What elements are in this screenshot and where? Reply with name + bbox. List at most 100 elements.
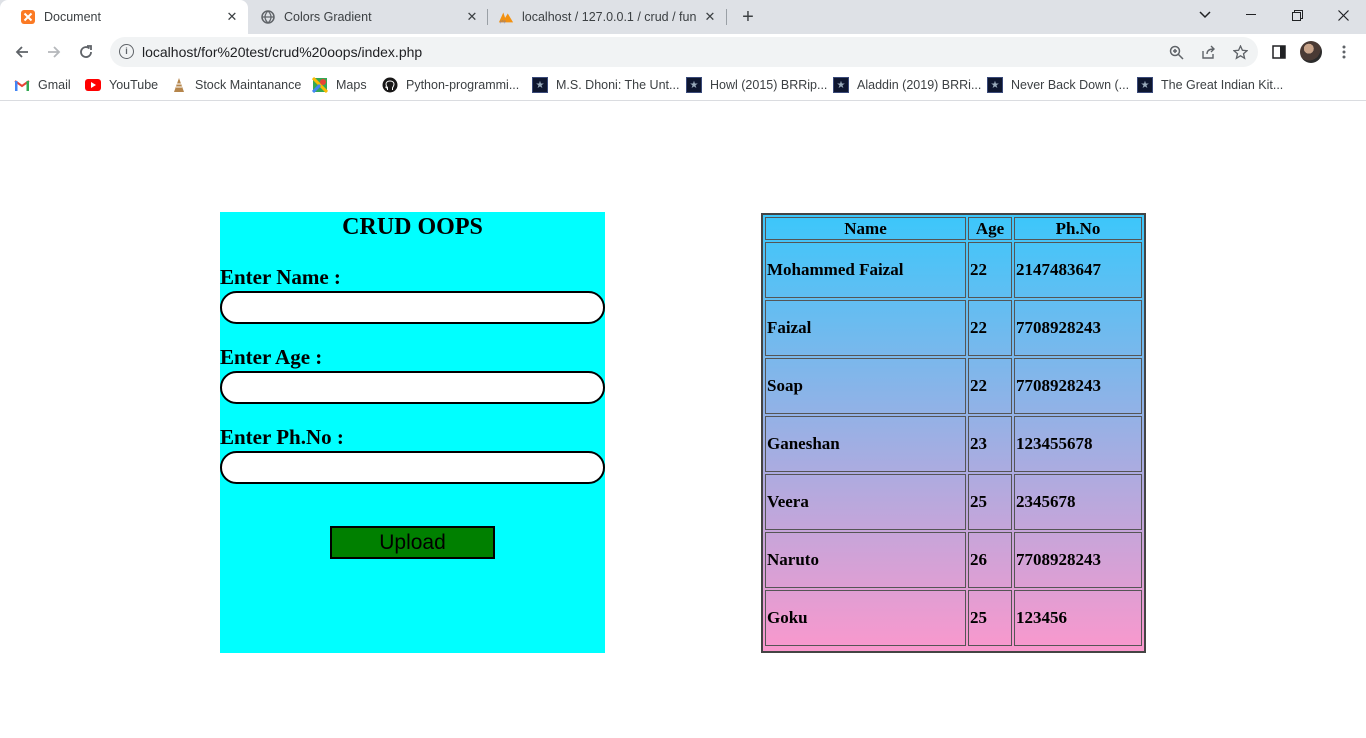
close-tab-icon[interactable]: ✕ [700, 7, 720, 27]
cell-phone: 2345678 [1014, 474, 1142, 530]
cell-phone: 2147483647 [1014, 242, 1142, 298]
table-row: Faizal 22 7708928243 [765, 300, 1142, 356]
bookmark-label: M.S. Dhoni: The Unt... [556, 78, 680, 92]
tab-search-button[interactable] [1182, 0, 1228, 30]
bookmark-howl[interactable]: ★ Howl (2015) BRRip... [686, 71, 827, 99]
bookmark-youtube[interactable]: YouTube [85, 71, 158, 99]
bookmark-label: Python-programmi... [406, 78, 520, 92]
bookmark-stock-maintanance[interactable]: Stock Maintanance [171, 71, 301, 99]
table-row: Goku 25 123456 [765, 590, 1142, 646]
menu-kebab-icon[interactable] [1334, 42, 1354, 62]
tab-phpmyadmin[interactable]: php localhost / 127.0.0.1 / crud / fun ✕ [488, 0, 726, 34]
cell-age: 25 [968, 474, 1012, 530]
restore-button[interactable] [1274, 0, 1320, 30]
stock-icon [171, 77, 187, 93]
bookmarks-bar: Gmail YouTube Stock Maintanance Maps Pyt… [0, 71, 1366, 101]
tab-colors-gradient[interactable]: Colors Gradient ✕ [248, 0, 488, 34]
tab-separator [726, 9, 727, 25]
cell-phone: 123455678 [1014, 416, 1142, 472]
bookmark-label: The Great Indian Kit... [1161, 78, 1284, 92]
phone-label: Enter Ph.No : [220, 425, 344, 449]
tab-title: Document [44, 10, 101, 24]
tab-bar: Document ✕ Colors Gradient ✕ php localho… [0, 0, 1366, 34]
share-icon[interactable] [1198, 42, 1218, 62]
cell-age: 25 [968, 590, 1012, 646]
bookmark-label: Aladdin (2019) BRRi... [857, 78, 982, 92]
bookmark-label: YouTube [109, 78, 159, 92]
tab-title: localhost / 127.0.0.1 / crud / fun [522, 10, 697, 24]
bookmark-maps[interactable]: Maps [312, 71, 367, 99]
cell-phone: 123456 [1014, 590, 1142, 646]
cell-name: Soap [765, 358, 966, 414]
bookmark-great-indian-kitchen[interactable]: ★ The Great Indian Kit... [1137, 71, 1283, 99]
forward-button[interactable] [40, 38, 68, 66]
cell-name: Faizal [765, 300, 966, 356]
globe-icon [260, 9, 276, 25]
cell-phone: 7708928243 [1014, 532, 1142, 588]
close-tab-icon[interactable]: ✕ [222, 7, 242, 27]
bookmark-python-programming[interactable]: Python-programmi... [382, 71, 519, 99]
reload-button[interactable] [72, 38, 100, 66]
cell-age: 23 [968, 416, 1012, 472]
cell-phone: 7708928243 [1014, 300, 1142, 356]
name-input[interactable] [220, 291, 605, 324]
address-bar[interactable]: i localhost/for%20test/crud%20oops/index… [110, 37, 1258, 67]
profile-avatar[interactable] [1300, 41, 1322, 63]
maps-icon [312, 77, 328, 93]
table-row: Naruto 26 7708928243 [765, 532, 1142, 588]
back-button[interactable] [8, 38, 36, 66]
bookmark-label: Gmail [38, 78, 71, 92]
upload-button[interactable]: Upload [330, 526, 495, 559]
phone-input[interactable] [220, 451, 605, 484]
cell-name: Mohammed Faizal [765, 242, 966, 298]
table-row: Veera 25 2345678 [765, 474, 1142, 530]
cell-age: 22 [968, 300, 1012, 356]
cell-age: 26 [968, 532, 1012, 588]
table-header-row: Name Age Ph.No [765, 217, 1142, 240]
age-input[interactable] [220, 371, 605, 404]
bookmark-star-icon[interactable] [1230, 42, 1250, 62]
cell-name: Veera [765, 474, 966, 530]
cell-name: Naruto [765, 532, 966, 588]
movie-icon: ★ [833, 77, 849, 93]
browser-toolbar: i localhost/for%20test/crud%20oops/index… [0, 34, 1366, 71]
cell-name: Goku [765, 590, 966, 646]
records-table-container: Name Age Ph.No Mohammed Faizal 22 214748… [761, 213, 1146, 653]
site-info-icon[interactable]: i [119, 44, 134, 59]
age-column-header: Age [968, 217, 1012, 240]
table-row: Mohammed Faizal 22 2147483647 [765, 242, 1142, 298]
minimize-button[interactable] [1228, 0, 1274, 30]
close-tab-icon[interactable]: ✕ [462, 7, 482, 27]
close-window-button[interactable] [1320, 0, 1366, 30]
svg-text:php: php [500, 19, 506, 23]
zoom-icon[interactable] [1166, 42, 1186, 62]
bookmark-aladdin[interactable]: ★ Aladdin (2019) BRRi... [833, 71, 981, 99]
bookmark-label: Never Back Down (... [1011, 78, 1130, 92]
phone-column-header: Ph.No [1014, 217, 1142, 240]
cell-age: 22 [968, 242, 1012, 298]
movie-icon: ★ [1137, 77, 1153, 93]
name-column-header: Name [765, 217, 966, 240]
form-title: CRUD OOPS [342, 214, 483, 240]
bookmark-never-back-down[interactable]: ★ Never Back Down (... [987, 71, 1129, 99]
name-label: Enter Name : [220, 265, 341, 289]
phpmyadmin-icon: php [498, 9, 514, 25]
side-panel-icon[interactable] [1269, 42, 1289, 62]
xampp-icon [20, 9, 36, 25]
cell-age: 22 [968, 358, 1012, 414]
table-row: Ganeshan 23 123455678 [765, 416, 1142, 472]
tab-document[interactable]: Document ✕ [0, 0, 248, 34]
tab-title: Colors Gradient [284, 10, 372, 24]
bookmark-label: Maps [336, 78, 367, 92]
crud-form-panel: CRUD OOPS Enter Name : Enter Age : Enter… [220, 212, 605, 653]
cell-name: Ganeshan [765, 416, 966, 472]
bookmark-ms-dhoni[interactable]: ★ M.S. Dhoni: The Unt... [532, 71, 679, 99]
bookmark-gmail[interactable]: Gmail [14, 71, 71, 99]
bookmark-label: Stock Maintanance [195, 78, 302, 92]
new-tab-button[interactable]: + [736, 5, 760, 29]
table-row: Soap 22 7708928243 [765, 358, 1142, 414]
movie-icon: ★ [532, 77, 548, 93]
records-table: Name Age Ph.No Mohammed Faizal 22 214748… [763, 215, 1144, 648]
movie-icon: ★ [686, 77, 702, 93]
youtube-icon [85, 77, 101, 93]
